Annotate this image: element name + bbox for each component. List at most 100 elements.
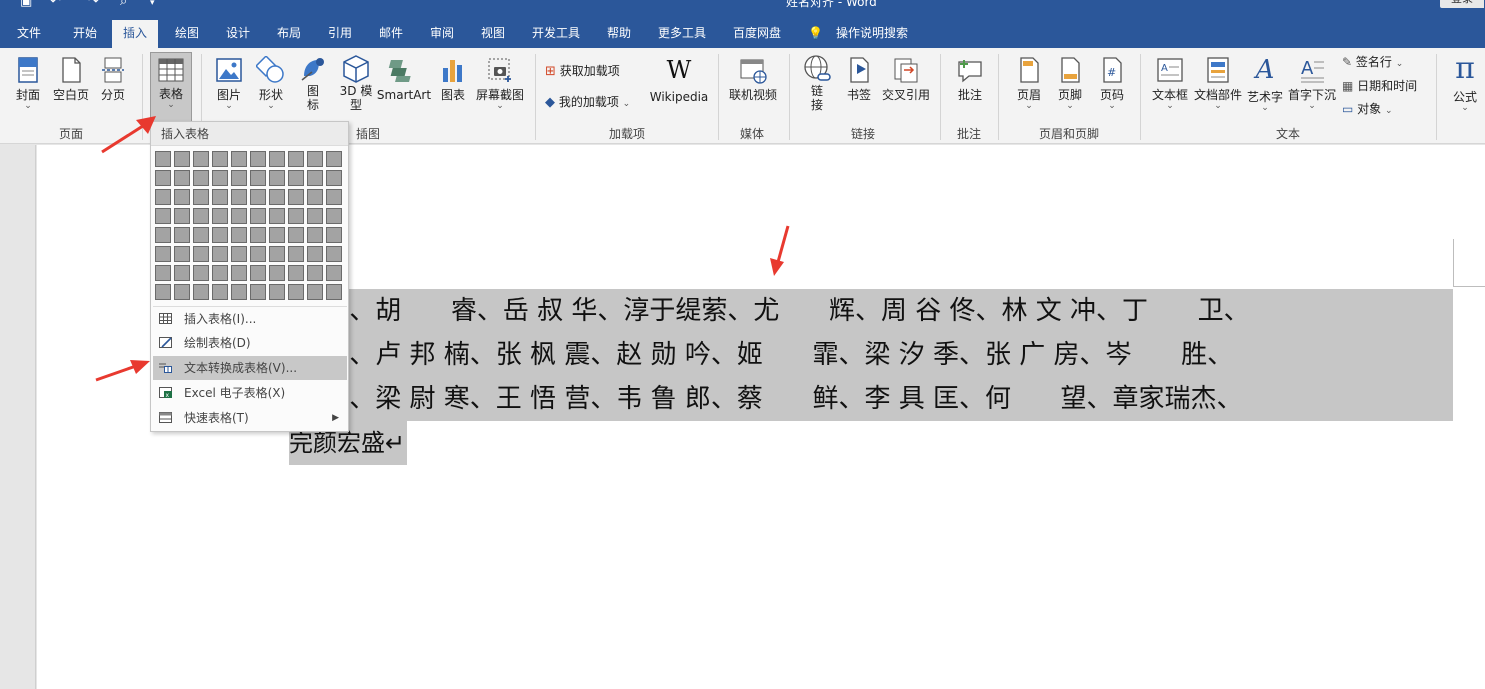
table-grid-cell[interactable] (212, 208, 228, 224)
tab-mailings[interactable]: 邮件 (374, 22, 408, 48)
table-grid-cell[interactable] (288, 246, 304, 262)
text-line-2[interactable]: 树 琪、卢 邦 楠、张 枫 震、赵 勋 吟、姬 霏、梁 汐 季、张 广 房、岑 … (289, 333, 1453, 377)
table-grid-cell[interactable] (193, 151, 209, 167)
table-grid-cell[interactable] (307, 284, 323, 300)
table-grid-cell[interactable] (307, 189, 323, 205)
object-button[interactable]: ▭ 对象 ⌄ (1342, 101, 1393, 119)
tab-baidu-netdisk[interactable]: 百度网盘 (729, 22, 785, 48)
table-grid-cell[interactable] (231, 227, 247, 243)
table-grid-cell[interactable] (307, 265, 323, 281)
tab-review[interactable]: 审阅 (425, 22, 459, 48)
redo-icon[interactable]: ↷ (88, 0, 99, 9)
equation-button[interactable]: π 公式 ⌄ (1446, 54, 1484, 113)
shapes-button[interactable]: 形状 ⌄ (254, 56, 288, 111)
qat-customize-icon[interactable]: ▾ (150, 0, 155, 8)
table-grid-cell[interactable] (326, 189, 342, 205)
table-grid-cell[interactable] (231, 170, 247, 186)
table-grid-cell[interactable] (193, 189, 209, 205)
date-time-button[interactable]: ▦ 日期和时间 (1342, 78, 1417, 94)
table-grid-cell[interactable] (212, 284, 228, 300)
table-grid-cell[interactable] (193, 246, 209, 262)
table-grid-cell[interactable] (231, 208, 247, 224)
signature-line-button[interactable]: ✎ 签名行 ⌄ (1342, 54, 1403, 72)
table-grid-cell[interactable] (288, 170, 304, 186)
table-grid-cell[interactable] (155, 246, 171, 262)
table-grid-cell[interactable] (174, 227, 190, 243)
undo-icon[interactable]: ↶ (50, 0, 61, 9)
3d-model-button[interactable]: 3D 模 型 (336, 54, 376, 112)
table-grid-cell[interactable] (155, 265, 171, 281)
table-grid-cell[interactable] (250, 189, 266, 205)
table-grid-cell[interactable] (250, 151, 266, 167)
table-grid-cell[interactable] (193, 227, 209, 243)
blank-page-button[interactable]: 空白页 (50, 56, 92, 102)
table-grid-cell[interactable] (155, 189, 171, 205)
table-grid-cell[interactable] (307, 170, 323, 186)
page-break-button[interactable]: 分页 (96, 56, 130, 102)
quick-parts-button[interactable]: 文档部件 ⌄ (1192, 56, 1244, 111)
table-grid-cell[interactable] (231, 189, 247, 205)
drop-cap-button[interactable]: A 首字下沉 ⌄ (1286, 56, 1338, 111)
wordart-button[interactable]: A 艺术字 ⌄ (1246, 56, 1284, 113)
tab-home[interactable]: 开始 (68, 22, 102, 48)
online-video-button[interactable]: 联机视频 (727, 56, 779, 102)
table-grid-cell[interactable] (250, 265, 266, 281)
cross-reference-button[interactable]: 交叉引用 (878, 56, 934, 102)
chart-button[interactable]: 图表 (438, 56, 468, 102)
footer-button[interactable]: 页脚 ⌄ (1053, 56, 1087, 111)
table-grid-cell[interactable] (326, 170, 342, 186)
table-grid-cell[interactable] (193, 284, 209, 300)
table-grid-cell[interactable] (250, 208, 266, 224)
table-grid-cell[interactable] (212, 265, 228, 281)
table-grid-cell[interactable] (212, 170, 228, 186)
page-number-button[interactable]: # 页码 ⌄ (1095, 56, 1129, 111)
table-grid-cell[interactable] (326, 246, 342, 262)
table-grid-cell[interactable] (174, 151, 190, 167)
login-button[interactable]: 登录 (1440, 0, 1484, 8)
tab-file[interactable]: 文件 (14, 22, 44, 48)
table-grid-cell[interactable] (288, 284, 304, 300)
table-grid-cell[interactable] (326, 284, 342, 300)
table-grid-cell[interactable] (174, 265, 190, 281)
table-grid-cell[interactable] (231, 246, 247, 262)
table-grid-cell[interactable] (307, 208, 323, 224)
tab-draw[interactable]: 绘图 (170, 22, 204, 48)
table-grid-cell[interactable] (212, 246, 228, 262)
table-grid-cell[interactable] (193, 265, 209, 281)
tab-more-tools[interactable]: 更多工具 (654, 22, 710, 48)
bookmark-button[interactable]: 书签 (842, 56, 876, 102)
table-grid-cell[interactable] (307, 151, 323, 167)
menu-item-insert-table[interactable]: 插入表格(I)... (153, 306, 347, 330)
table-grid-cell[interactable] (288, 189, 304, 205)
table-grid-cell[interactable] (250, 284, 266, 300)
table-grid-cell[interactable] (269, 170, 285, 186)
text-line-1[interactable]: 昭 焱、胡 睿、岳 叔 华、淳于缇萦、尤 辉、周 谷 佟、林 文 冲、丁 卫、 (289, 289, 1453, 333)
comment-button[interactable]: 批注 (950, 56, 990, 102)
table-grid-cell[interactable] (155, 208, 171, 224)
table-grid-cell[interactable] (326, 265, 342, 281)
tab-layout[interactable]: 布局 (272, 22, 306, 48)
menu-item-draw-table[interactable]: 绘制表格(D) (153, 331, 347, 355)
textbox-button[interactable]: A 文本框 ⌄ (1150, 56, 1190, 111)
table-grid-cell[interactable] (174, 208, 190, 224)
table-grid-cell[interactable] (212, 189, 228, 205)
table-grid-cell[interactable] (231, 284, 247, 300)
menu-item-quick-tables[interactable]: 快速表格(T) ▶ (153, 406, 347, 430)
tab-developer[interactable]: 开发工具 (528, 22, 584, 48)
table-grid-cell[interactable] (269, 284, 285, 300)
table-grid-cell[interactable] (269, 246, 285, 262)
tab-references[interactable]: 引用 (323, 22, 357, 48)
picture-button[interactable]: 图片 ⌄ (212, 56, 246, 111)
icons-button[interactable]: 图 标 (296, 54, 330, 112)
menu-item-excel-spreadsheet[interactable]: x Excel 电子表格(X) (153, 381, 347, 405)
table-grid-cell[interactable] (193, 208, 209, 224)
smartart-button[interactable]: SmartArt (376, 56, 432, 102)
table-grid-cell[interactable] (155, 227, 171, 243)
table-grid-cell[interactable] (250, 170, 266, 186)
table-grid-cell[interactable] (307, 227, 323, 243)
table-grid-cell[interactable] (155, 170, 171, 186)
table-grid-cell[interactable] (193, 170, 209, 186)
table-grid-cell[interactable] (269, 151, 285, 167)
table-grid-cell[interactable] (307, 246, 323, 262)
tab-view[interactable]: 视图 (476, 22, 510, 48)
